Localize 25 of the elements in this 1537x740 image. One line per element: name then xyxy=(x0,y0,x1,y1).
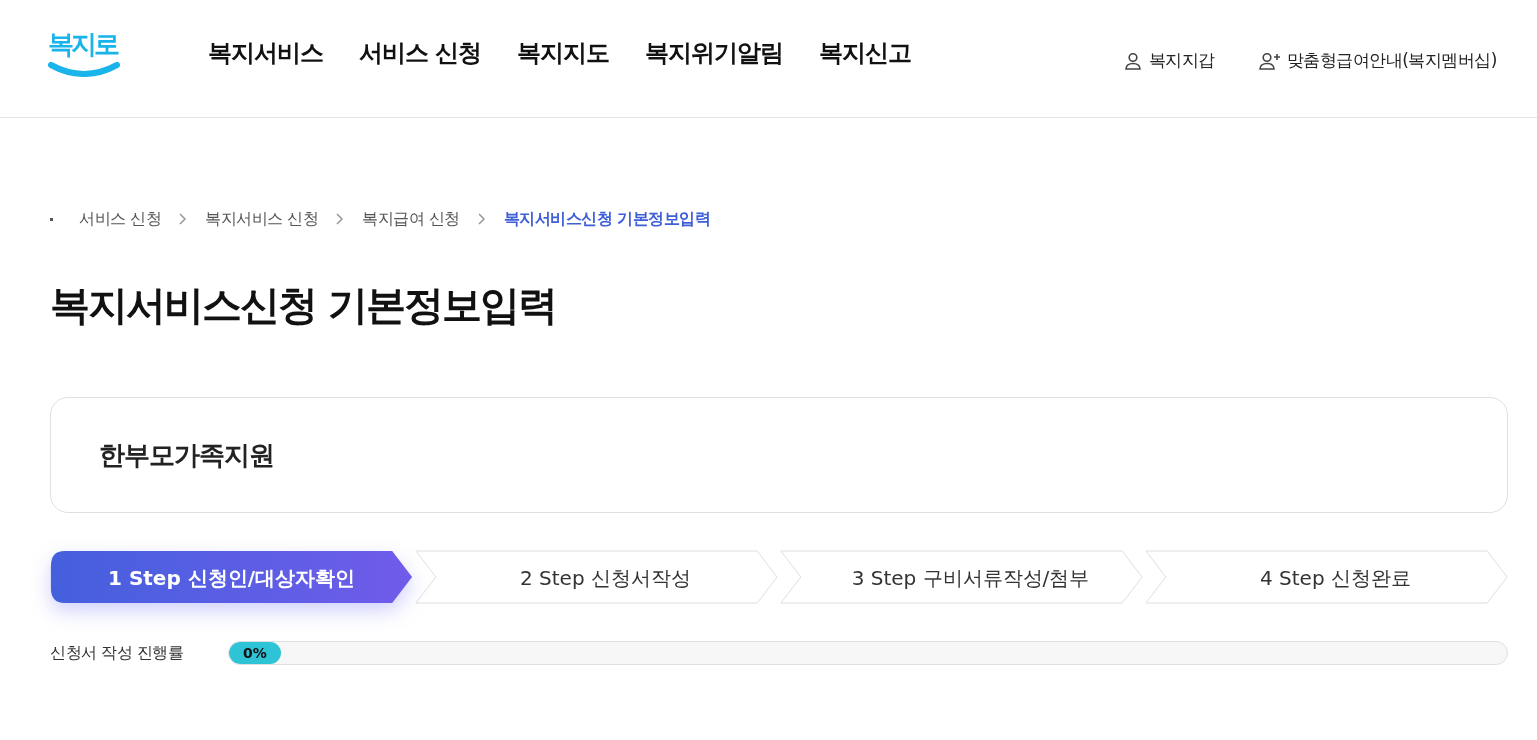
step-tab[interactable]: 1 Step 신청인/대상자확인 xyxy=(50,550,413,605)
step-tab[interactable]: 3 Step 구비서류작성/첨부 xyxy=(780,550,1143,605)
nav-link[interactable]: 복지서비스 xyxy=(208,34,323,71)
breadcrumb-link[interactable]: 복지서비스 신청 xyxy=(205,207,319,231)
user-add-icon xyxy=(1258,50,1281,71)
breadcrumb-link[interactable]: 복지서비스신청 기본정보입력 xyxy=(503,207,711,231)
nav-link[interactable]: 복지신고 xyxy=(819,34,912,71)
user-icon xyxy=(1122,50,1143,71)
progress-label: 신청서 작성 진행률 xyxy=(50,642,185,664)
chevron-right-icon xyxy=(336,213,345,225)
breadcrumb-link[interactable]: 서비스 신청 xyxy=(79,207,162,231)
step-tab[interactable]: 2 Step 신청서작성 xyxy=(415,550,778,605)
progress-fill: 0% xyxy=(229,642,281,664)
service-name: 한부모가족지원 xyxy=(99,438,274,472)
step-tab[interactable]: 4 Step 신청완료 xyxy=(1145,550,1508,605)
header-link[interactable]: 복지지갑 xyxy=(1122,47,1215,74)
header-link[interactable]: 맞춤형급여안내(복지멤버십) xyxy=(1258,47,1497,74)
page-title: 복지서비스신청 기본정보입력 xyxy=(50,281,557,329)
nav-link[interactable]: 복지지도 xyxy=(517,34,610,71)
chevron-right-icon xyxy=(179,213,188,225)
bullet-icon xyxy=(50,217,53,221)
breadcrumb-link[interactable]: 복지급여 신청 xyxy=(362,207,460,231)
nav-link[interactable]: 서비스 신청 xyxy=(359,34,482,71)
chevron-right-icon xyxy=(477,213,486,225)
nav-link[interactable]: 복지위기알림 xyxy=(645,34,784,71)
